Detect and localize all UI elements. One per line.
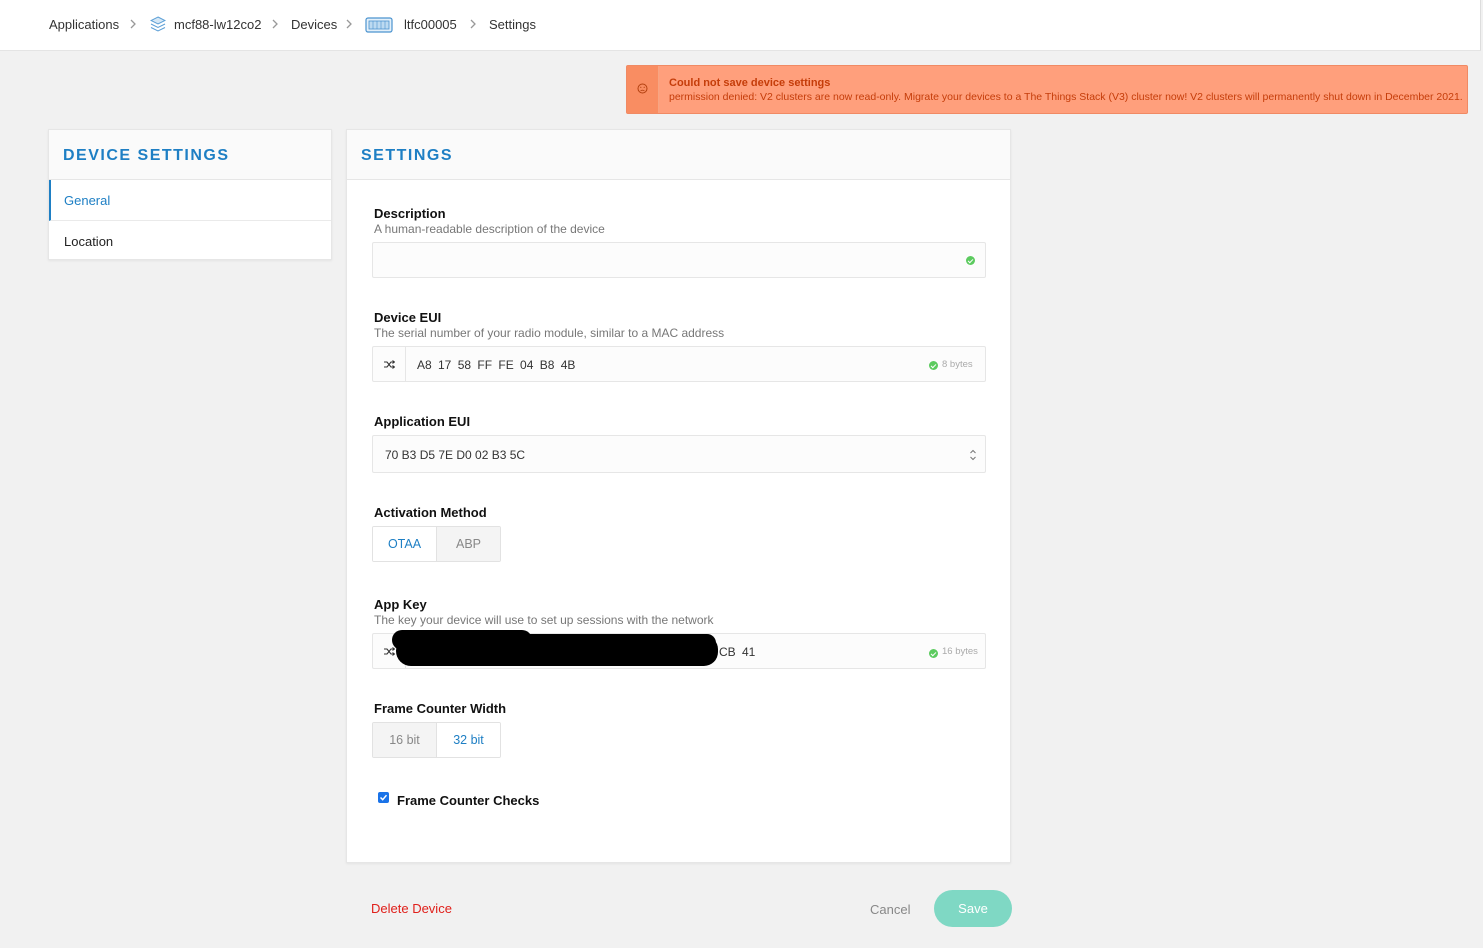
breadcrumb-device[interactable]: ltfc00005 <box>404 17 457 32</box>
app-eui-value: 70 B3 D5 7E D0 02 B3 5C <box>385 448 526 462</box>
redaction-mark <box>520 634 716 652</box>
alert-icon-box <box>627 66 659 113</box>
select-arrows-icon <box>970 449 976 461</box>
alert-title: Could not save device settings <box>669 77 831 89</box>
device-settings-header: DEVICE SETTINGS <box>49 130 331 180</box>
sidebar-item-label: General <box>64 193 111 208</box>
top-bar: Applications mcf88-lw12co2 Devices ltfc0… <box>0 0 1481 51</box>
alert-message: permission denied: V2 clusters are now r… <box>669 91 1463 103</box>
valid-check-icon <box>929 361 938 370</box>
settings-header: SETTINGS <box>347 130 1010 180</box>
device-eui-format-toggle[interactable] <box>373 347 406 381</box>
frame-counter-16bit-option[interactable]: 16 bit <box>373 723 436 757</box>
app-eui-select[interactable]: 70 B3 D5 7E D0 02 B3 5C <box>372 435 986 473</box>
app-key-bytes: 16 bytes <box>942 646 978 657</box>
breadcrumb-settings: Settings <box>489 17 536 32</box>
chevron-right-icon <box>345 17 353 31</box>
device-icon <box>365 16 393 37</box>
activation-otaa-option[interactable]: OTAA <box>373 527 436 561</box>
device-settings-title: DEVICE SETTINGS <box>63 147 230 164</box>
frame-counter-32bit-option[interactable]: 32 bit <box>436 723 500 757</box>
sidebar-item-label: Location <box>64 234 114 249</box>
sad-face-icon <box>637 83 648 94</box>
chevron-right-icon <box>129 17 137 31</box>
app-key-visible-tail: CB 41 <box>719 645 756 659</box>
checkmark-icon <box>379 794 388 801</box>
description-input[interactable] <box>372 242 986 278</box>
device-eui-value: A8 17 58 FF FE 04 B8 4B <box>417 358 576 372</box>
app-key-help: The key your device will use to set up s… <box>374 613 714 627</box>
breadcrumb-application[interactable]: mcf88-lw12co2 <box>174 17 261 32</box>
frame-counter-checks-label: Frame Counter Checks <box>397 793 540 808</box>
frame-counter-checks-checkbox[interactable] <box>378 792 389 803</box>
device-eui-label: Device EUI <box>374 310 442 325</box>
app-eui-label: Application EUI <box>374 414 471 429</box>
sidebar-item-general[interactable]: General <box>49 180 331 221</box>
activation-abp-option[interactable]: ABP <box>436 527 500 561</box>
description-label: Description <box>374 206 446 221</box>
device-eui-help: The serial number of your radio module, … <box>374 326 725 340</box>
error-alert: Could not save device settings permissio… <box>626 65 1468 114</box>
chevron-right-icon <box>469 17 477 31</box>
redaction-mark <box>392 630 532 650</box>
breadcrumb-devices[interactable]: Devices <box>291 17 337 32</box>
frame-counter-width-label: Frame Counter Width <box>374 701 507 716</box>
description-help: A human-readable description of the devi… <box>374 222 605 236</box>
save-button[interactable]: Save <box>934 890 1012 927</box>
settings-title: SETTINGS <box>361 147 454 164</box>
device-settings-nav: DEVICE SETTINGS General Location <box>48 129 332 260</box>
device-eui-input[interactable]: A8 17 58 FF FE 04 B8 4B 8 bytes <box>372 346 986 382</box>
shuffle-icon <box>384 360 395 369</box>
valid-check-icon <box>966 256 975 265</box>
shuffle-icon <box>384 647 395 656</box>
breadcrumb-applications[interactable]: Applications <box>49 17 119 32</box>
frame-counter-width-toggle: 16 bit 32 bit <box>372 722 501 758</box>
application-stack-icon <box>149 16 167 37</box>
device-eui-bytes: 8 bytes <box>942 359 973 370</box>
cancel-button[interactable]: Cancel <box>870 902 910 917</box>
app-key-label: App Key <box>374 597 427 612</box>
valid-check-icon <box>929 649 938 658</box>
chevron-right-icon <box>271 17 279 31</box>
activation-method-toggle: OTAA ABP <box>372 526 501 562</box>
sidebar-item-location[interactable]: Location <box>49 221 331 262</box>
activation-method-label: Activation Method <box>374 505 487 520</box>
delete-device-link[interactable]: Delete Device <box>371 901 452 916</box>
